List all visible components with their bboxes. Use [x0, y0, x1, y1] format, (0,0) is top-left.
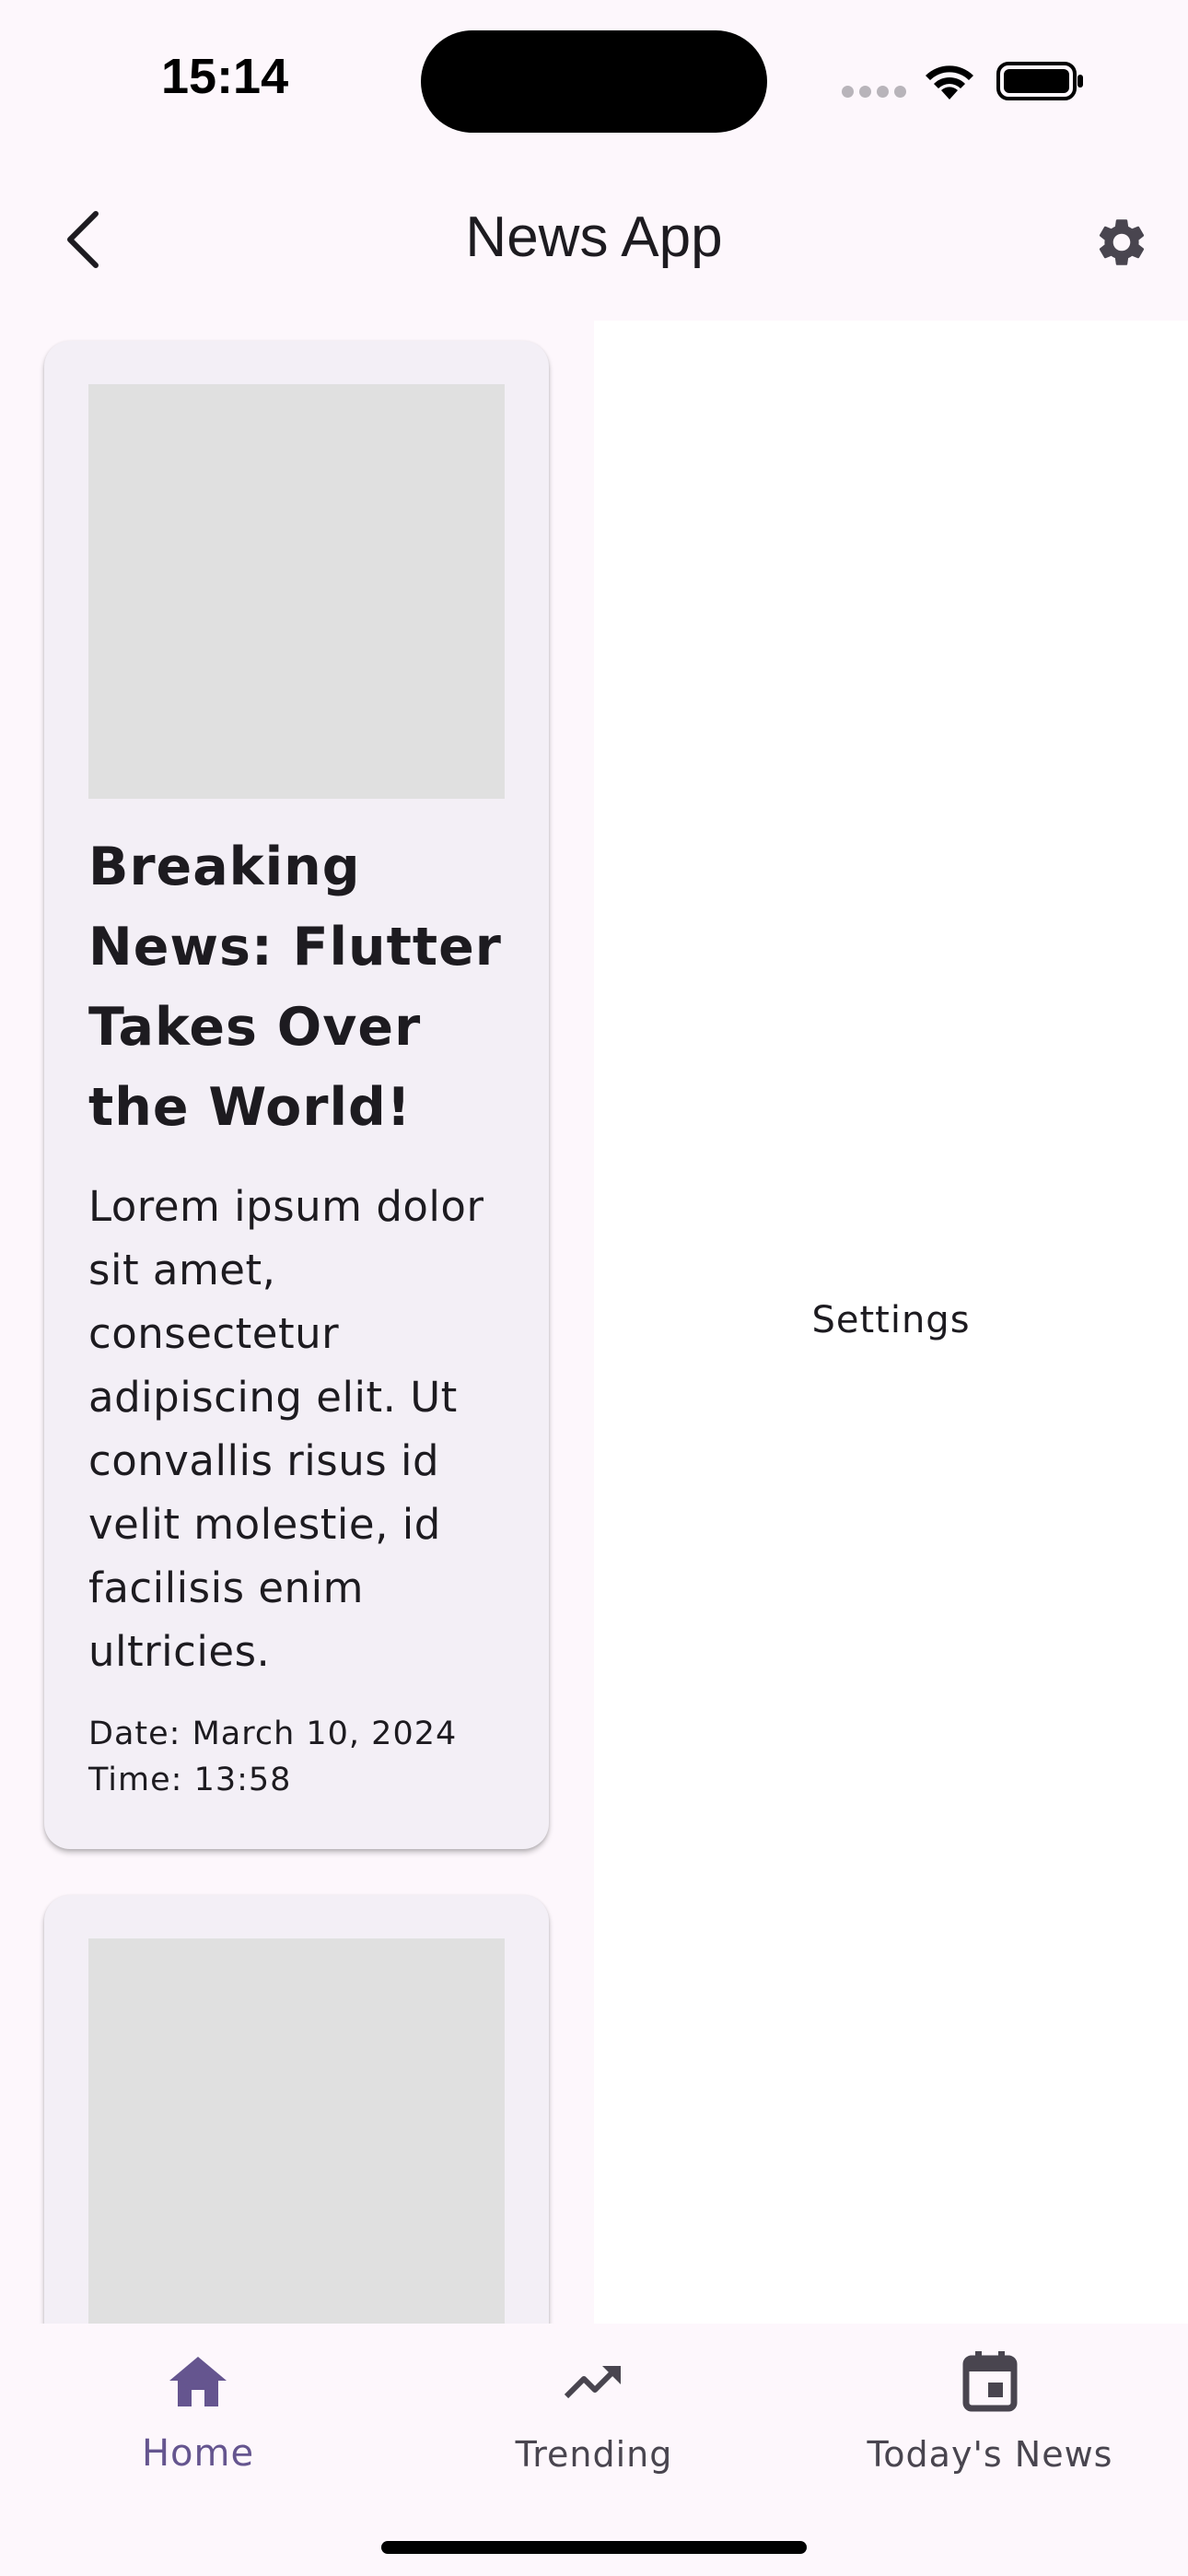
wifi-icon [926, 65, 973, 100]
news-title: Breaking News: Flutter Takes Over the Wo… [88, 837, 502, 1138]
gear-icon [1099, 219, 1145, 265]
news-body: Lorem ipsum dolor sit amet, consectetur … [88, 1182, 484, 1676]
settings-button[interactable] [1087, 207, 1157, 277]
settings-pane: Settings [594, 321, 1188, 2324]
nav-item-todays-news[interactable]: Today's News [792, 2324, 1188, 2508]
news-image-placeholder [88, 1938, 505, 2353]
app-bar: News App [0, 157, 1188, 318]
screen: 15:14 News App Settings Breaking News: F… [0, 0, 1188, 2576]
home-icon [0, 2349, 396, 2414]
news-date: Date: March 10, 2024 [88, 1715, 458, 1752]
news-image-placeholder [88, 384, 505, 799]
battery-icon [996, 62, 1083, 100]
page-title: News App [465, 205, 723, 269]
news-time: Time: 13:58 [88, 1762, 292, 1798]
nav-label-todays-news: Today's News [867, 2434, 1113, 2475]
nav-label-home: Home [141, 2432, 255, 2475]
cellular-signal-icon [842, 86, 906, 99]
bottom-navigation: Home Trending Today's News [0, 2324, 1188, 2576]
home-indicator[interactable] [381, 2541, 807, 2554]
nav-item-home[interactable]: Home [0, 2324, 396, 2508]
status-bar: 15:14 [0, 0, 1188, 157]
news-card[interactable]: Breaking News: Flutter Takes Over the Wo… [44, 341, 549, 1849]
dynamic-island [421, 30, 767, 133]
trending-up-icon [396, 2349, 792, 2414]
nav-label-trending: Trending [515, 2434, 673, 2475]
settings-pane-label: Settings [811, 1299, 971, 1341]
status-time: 15:14 [161, 49, 289, 104]
calendar-icon [792, 2349, 1188, 2414]
nav-item-trending[interactable]: Trending [396, 2324, 792, 2508]
